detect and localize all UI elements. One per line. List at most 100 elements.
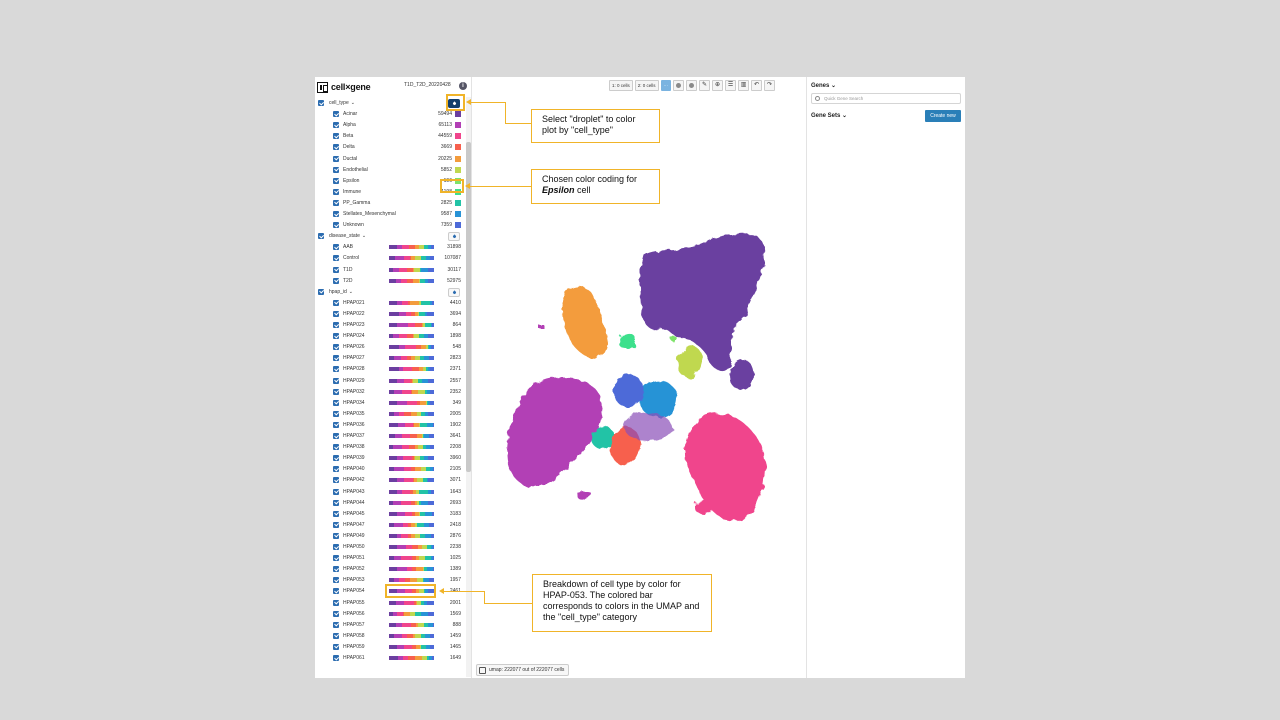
category-value-hpap-id[interactable]: HPAP036 1902 bbox=[315, 420, 465, 430]
cell-set-1-button[interactable]: 1: 0 cells bbox=[609, 80, 633, 91]
category-cell-type[interactable]: cell_type ⌄ bbox=[315, 98, 465, 108]
value-checkbox[interactable] bbox=[333, 632, 339, 639]
category-value-disease-state[interactable]: AAB 31898 bbox=[315, 242, 465, 252]
value-checkbox[interactable] bbox=[333, 377, 339, 384]
category-value-cell-type[interactable]: Stellates_Mesenchymal 9587 bbox=[315, 209, 465, 219]
value-checkbox[interactable] bbox=[333, 499, 339, 506]
value-checkbox[interactable] bbox=[333, 133, 339, 140]
subset-button[interactable]: ··· bbox=[660, 80, 672, 91]
category-value-hpap-id[interactable]: HPAP059 1465 bbox=[315, 642, 465, 652]
category-value-hpap-id[interactable]: HPAP056 1569 bbox=[315, 609, 465, 619]
category-value-disease-state[interactable]: T1D 30117 bbox=[315, 265, 465, 275]
list-icon[interactable]: ☰ bbox=[725, 80, 737, 91]
category-value-hpap-id[interactable]: HPAP047 2418 bbox=[315, 520, 465, 530]
category-value-hpap-id[interactable]: HPAP049 2876 bbox=[315, 531, 465, 541]
category-value-hpap-id[interactable]: HPAP058 1459 bbox=[315, 631, 465, 641]
category-label[interactable]: cell_type ⌄ bbox=[329, 100, 355, 106]
category-value-hpap-id[interactable]: HPAP051 1025 bbox=[315, 553, 465, 563]
value-checkbox[interactable] bbox=[333, 521, 339, 528]
value-checkbox[interactable] bbox=[333, 544, 339, 550]
gene-search-input[interactable]: Quick Gene Search bbox=[811, 93, 961, 104]
value-checkbox[interactable] bbox=[333, 355, 339, 362]
gene-sets-header[interactable]: Gene Sets ⌄ bbox=[811, 112, 847, 119]
value-checkbox[interactable] bbox=[333, 144, 339, 151]
category-value-hpap-id[interactable]: HPAP024 1898 bbox=[315, 331, 465, 341]
category-value-hpap-id[interactable]: HPAP043 1643 bbox=[315, 487, 465, 497]
value-checkbox[interactable] bbox=[333, 555, 339, 562]
category-value-hpap-id[interactable]: HPAP023 864 bbox=[315, 320, 465, 330]
category-value-hpap-id[interactable]: HPAP040 2105 bbox=[315, 464, 465, 474]
category-value-hpap-id[interactable]: HPAP037 3641 bbox=[315, 431, 465, 441]
value-checkbox[interactable] bbox=[333, 255, 339, 262]
value-checkbox[interactable] bbox=[333, 433, 339, 439]
value-checkbox[interactable] bbox=[333, 421, 339, 428]
create-new-button[interactable]: Create new bbox=[925, 110, 961, 122]
category-value-hpap-id[interactable]: HPAP044 2693 bbox=[315, 498, 465, 508]
value-checkbox[interactable] bbox=[333, 643, 339, 650]
value-checkbox[interactable] bbox=[333, 621, 339, 628]
value-checkbox[interactable] bbox=[333, 399, 339, 406]
category-value-cell-type[interactable]: Delta 3669 bbox=[315, 142, 465, 152]
value-checkbox[interactable] bbox=[333, 588, 339, 595]
chevron-down-icon[interactable]: ⌄ bbox=[351, 100, 355, 106]
reset-subset-icon[interactable] bbox=[686, 80, 698, 91]
category-checkbox[interactable] bbox=[318, 233, 324, 240]
value-checkbox[interactable] bbox=[333, 188, 339, 195]
droplet-icon[interactable] bbox=[448, 287, 460, 297]
value-checkbox[interactable] bbox=[333, 322, 339, 328]
value-checkbox[interactable] bbox=[333, 488, 339, 495]
category-value-hpap-id[interactable]: HPAP052 1389 bbox=[315, 564, 465, 574]
category-value-disease-state[interactable]: T2D 52975 bbox=[315, 276, 465, 286]
category-value-cell-type[interactable]: Alpha 65113 bbox=[315, 120, 465, 130]
category-value-hpap-id[interactable]: HPAP027 2823 bbox=[315, 353, 465, 363]
value-checkbox[interactable] bbox=[333, 388, 339, 395]
value-checkbox[interactable] bbox=[333, 199, 339, 206]
category-value-hpap-id[interactable]: HPAP045 3183 bbox=[315, 509, 465, 519]
value-checkbox[interactable] bbox=[333, 310, 339, 317]
chevron-down-icon[interactable]: ⌄ bbox=[349, 289, 353, 295]
category-value-hpap-id[interactable]: HPAP026 548 bbox=[315, 342, 465, 352]
category-checkbox[interactable] bbox=[318, 288, 324, 295]
value-checkbox[interactable] bbox=[333, 610, 339, 617]
value-checkbox[interactable] bbox=[333, 466, 339, 473]
value-checkbox[interactable] bbox=[333, 566, 339, 573]
histogram-icon[interactable]: ▥ bbox=[738, 80, 750, 91]
value-checkbox[interactable] bbox=[333, 366, 339, 373]
value-checkbox[interactable] bbox=[333, 444, 339, 451]
category-value-hpap-id[interactable]: HPAP050 2238 bbox=[315, 542, 465, 552]
value-checkbox[interactable] bbox=[333, 155, 339, 162]
category-value-hpap-id[interactable]: HPAP022 3694 bbox=[315, 309, 465, 319]
category-value-hpap-id[interactable]: HPAP042 3071 bbox=[315, 475, 465, 485]
category-value-cell-type[interactable]: Acinar 59494 bbox=[315, 109, 465, 119]
embedding-selector[interactable]: umap: 222077 out of 222077 cells bbox=[476, 664, 570, 676]
value-checkbox[interactable] bbox=[333, 333, 339, 340]
category-value-hpap-id[interactable]: HPAP055 2001 bbox=[315, 598, 465, 608]
category-value-cell-type[interactable]: Endothelial 5852 bbox=[315, 165, 465, 175]
category-value-hpap-id[interactable]: HPAP029 2557 bbox=[315, 376, 465, 386]
value-checkbox[interactable] bbox=[333, 655, 339, 661]
category-disease-state[interactable]: disease_state ⌄ bbox=[315, 231, 465, 242]
category-value-hpap-id[interactable]: HPAP057 888 bbox=[315, 620, 465, 630]
value-checkbox[interactable] bbox=[333, 277, 339, 284]
info-icon[interactable]: i bbox=[459, 82, 467, 90]
lasso-icon[interactable]: ✎ bbox=[699, 80, 711, 91]
value-checkbox[interactable] bbox=[333, 111, 339, 118]
value-checkbox[interactable] bbox=[333, 299, 339, 306]
category-value-hpap-id[interactable]: HPAP039 3960 bbox=[315, 453, 465, 463]
category-hpap-id[interactable]: hpap_id ⌄ bbox=[315, 287, 465, 297]
category-checkbox[interactable] bbox=[318, 100, 324, 106]
value-checkbox[interactable] bbox=[333, 510, 339, 517]
redo-icon[interactable]: ↷ bbox=[764, 80, 776, 91]
category-value-disease-state[interactable]: Control 107087 bbox=[315, 253, 465, 263]
category-value-cell-type[interactable]: Unknown 7359 bbox=[315, 220, 465, 230]
subset-icon[interactable] bbox=[673, 80, 685, 91]
value-checkbox[interactable] bbox=[333, 532, 339, 539]
value-checkbox[interactable] bbox=[333, 410, 339, 417]
category-value-hpap-id[interactable]: HPAP061 1649 bbox=[315, 653, 465, 663]
category-value-hpap-id[interactable]: HPAP035 2005 bbox=[315, 409, 465, 419]
value-checkbox[interactable] bbox=[333, 599, 339, 606]
category-value-hpap-id[interactable]: HPAP038 2208 bbox=[315, 442, 465, 452]
category-value-cell-type[interactable]: PP_Gamma 2825 bbox=[315, 198, 465, 208]
value-checkbox[interactable] bbox=[333, 166, 339, 173]
value-checkbox[interactable] bbox=[333, 211, 339, 217]
